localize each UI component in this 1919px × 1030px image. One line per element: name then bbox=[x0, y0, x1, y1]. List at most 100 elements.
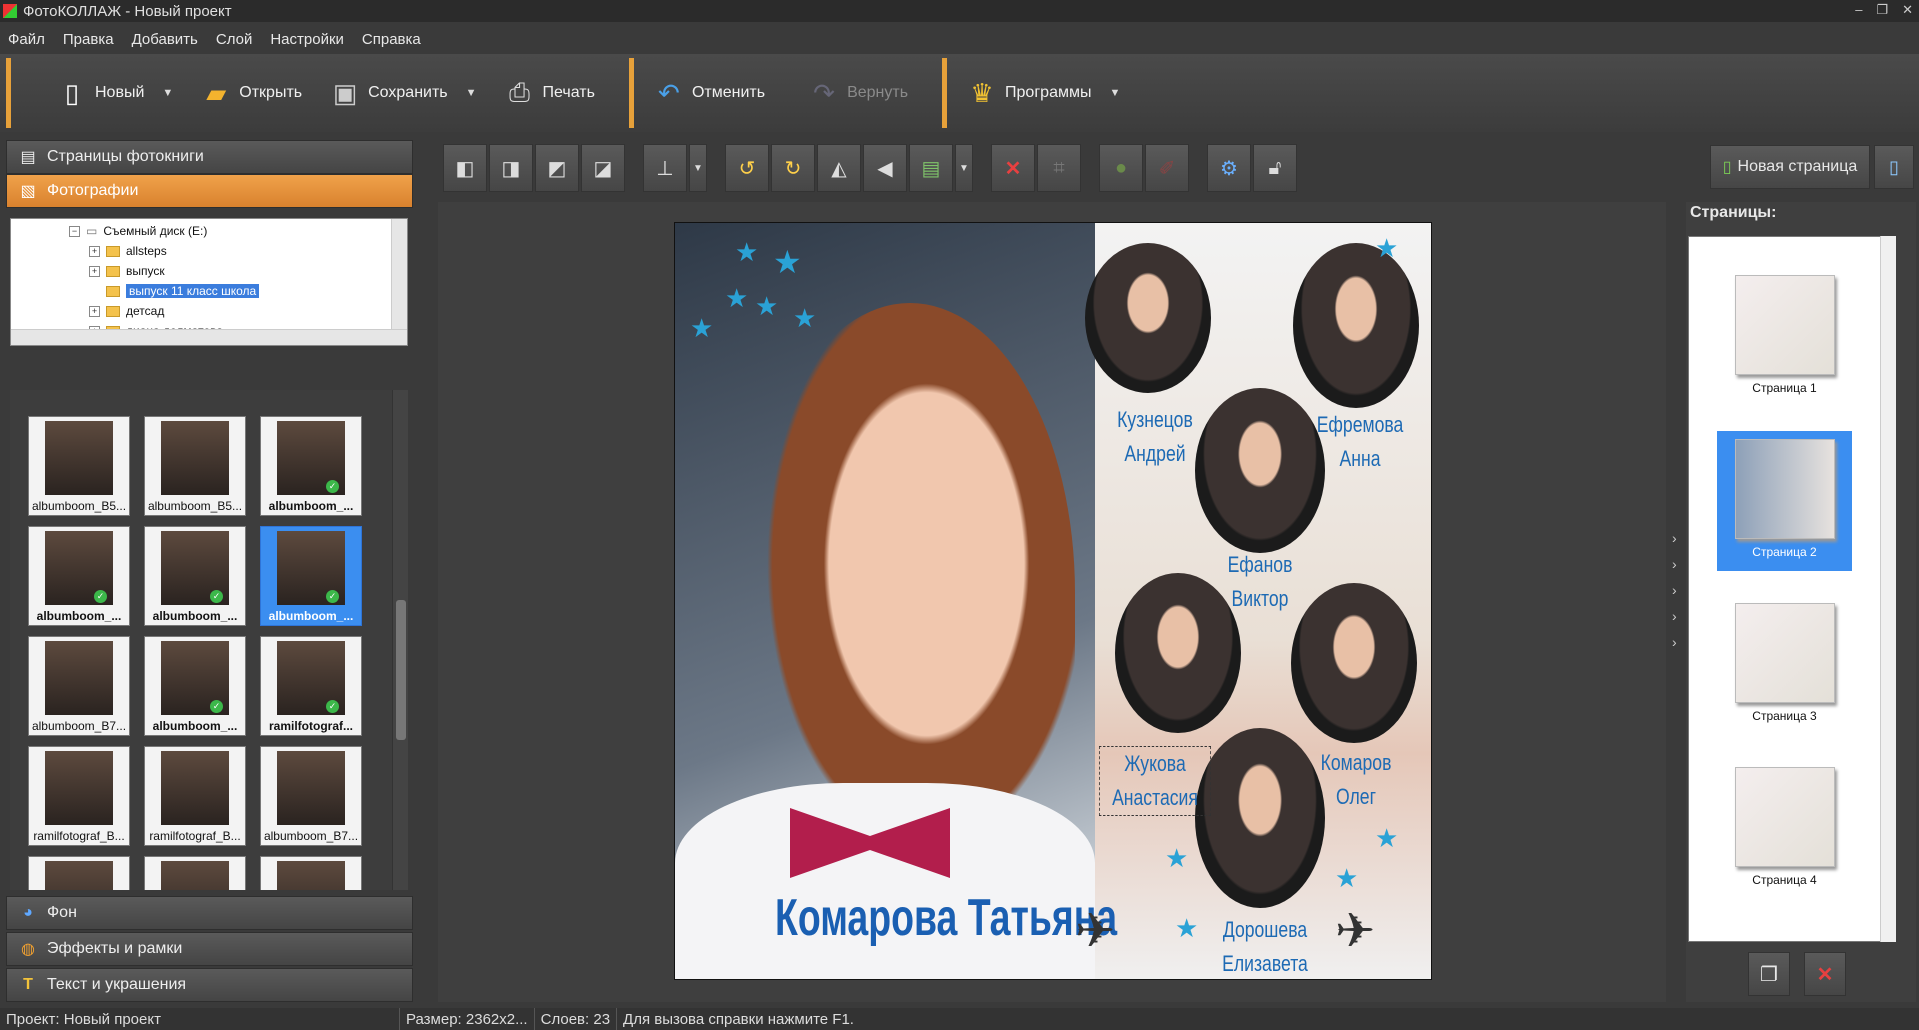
thumbnail[interactable]: ramilfotograf_B... bbox=[144, 746, 246, 846]
expand-icon[interactable]: + bbox=[89, 245, 100, 257]
chevron-right-icon[interactable]: › bbox=[1672, 608, 1677, 624]
main-name-text[interactable]: Комарова Татьяна bbox=[775, 888, 1117, 948]
delete-page-button[interactable]: ✕ bbox=[1804, 952, 1846, 996]
collapse-icon[interactable]: − bbox=[69, 225, 80, 237]
collage-canvas[interactable]: Кузнецов Андрей Ефремова Анна Ефанов Вик… bbox=[674, 222, 1432, 980]
chevron-right-icon[interactable]: › bbox=[1672, 530, 1677, 546]
undo-button[interactable]: ↶ Отменить bbox=[640, 63, 779, 123]
thumbnail[interactable]: ✓ ramilfotograf... bbox=[260, 636, 362, 736]
minimize-icon[interactable]: – bbox=[1855, 2, 1862, 18]
fit-button[interactable]: ▤ bbox=[909, 144, 953, 192]
tree-item-vypusk[interactable]: + выпуск bbox=[89, 262, 165, 280]
menu-file[interactable]: Файл bbox=[8, 31, 45, 48]
menu-help[interactable]: Справка bbox=[362, 31, 421, 48]
section-effects[interactable]: ◍ Эффекты и рамки bbox=[6, 932, 413, 966]
close-icon[interactable]: ✕ bbox=[1902, 2, 1913, 18]
thumbnail-caption: albumboom_... bbox=[152, 609, 238, 623]
page-thumbnail[interactable]: Страница 1 bbox=[1717, 267, 1852, 407]
save-button[interactable]: ▣ Сохранить ▼ bbox=[316, 63, 490, 123]
name-label[interactable]: Дорошева Елизавета bbox=[1209, 913, 1321, 979]
chevron-right-icon[interactable]: › bbox=[1672, 582, 1677, 598]
new-page-button[interactable]: ▯ Новая страница bbox=[1710, 145, 1870, 189]
rotate-left-button[interactable]: ↺ bbox=[725, 144, 769, 192]
thumbnail[interactable]: albumboom_B7... bbox=[260, 746, 362, 846]
duplicate-page-button[interactable]: ❐ bbox=[1748, 952, 1790, 996]
save-dropdown-icon[interactable]: ▼ bbox=[466, 87, 477, 99]
rotate-right-button[interactable]: ↻ bbox=[771, 144, 815, 192]
menu-edit[interactable]: Правка bbox=[63, 31, 114, 48]
thumbnail[interactable]: ✓ albumboom_... bbox=[144, 636, 246, 736]
section-background[interactable]: ◕ Фон bbox=[6, 896, 413, 930]
lock-button[interactable]: 🔓︎ bbox=[1253, 144, 1297, 192]
redo-button[interactable]: ↷ Вернуть bbox=[779, 63, 922, 123]
bring-to-front-button[interactable]: ◧ bbox=[443, 144, 487, 192]
menu-add[interactable]: Добавить bbox=[132, 31, 198, 48]
section-photos[interactable]: ▧ Фотографии bbox=[6, 174, 413, 208]
tree-item-detsad[interactable]: + детсад bbox=[89, 302, 164, 320]
expand-icon[interactable]: + bbox=[89, 265, 100, 277]
send-to-back-button[interactable]: ◪ bbox=[581, 144, 625, 192]
pages-scrollbar[interactable] bbox=[1880, 236, 1896, 942]
thumbnail-selected[interactable]: ✓ albumboom_... bbox=[260, 526, 362, 626]
globe-icon: ◕ bbox=[23, 904, 33, 921]
name-label[interactable]: Комаров Олег bbox=[1304, 746, 1408, 814]
rotate-right-icon: ↻ bbox=[784, 157, 802, 180]
name-label-selected[interactable]: Жукова Анастасия bbox=[1099, 746, 1211, 816]
tree-item-selected[interactable]: выпуск 11 класс школа bbox=[106, 282, 260, 300]
align-dropdown[interactable]: ▼ bbox=[689, 144, 707, 192]
section-text[interactable]: T Текст и украшения bbox=[6, 968, 413, 1002]
thumbnail[interactable]: ramilfotograf_B... bbox=[28, 746, 130, 846]
thumbnail[interactable]: ✓ albumboom_... bbox=[28, 526, 130, 626]
thumbnail[interactable]: ✓ albumboom_... bbox=[260, 416, 362, 516]
fit-dropdown[interactable]: ▼ bbox=[955, 144, 973, 192]
tree-horizontal-scrollbar[interactable] bbox=[11, 329, 407, 345]
tree-vertical-scrollbar[interactable] bbox=[391, 219, 407, 345]
print-button[interactable]: ⎙ Печать bbox=[491, 63, 609, 123]
page-thumbnail[interactable]: Страница 4 bbox=[1717, 759, 1852, 899]
photo-oval-efanov[interactable] bbox=[1195, 388, 1325, 553]
name-label[interactable]: Ефанов Виктор bbox=[1208, 548, 1312, 616]
thumbnail[interactable] bbox=[260, 856, 362, 890]
new-dropdown-icon[interactable]: ▼ bbox=[162, 87, 173, 99]
properties-button[interactable]: ⚙ bbox=[1207, 144, 1251, 192]
thumbnail[interactable]: ✓ albumboom_... bbox=[144, 526, 246, 626]
align-button[interactable]: ⊥ bbox=[643, 144, 687, 192]
chevron-right-icon[interactable]: › bbox=[1672, 634, 1677, 650]
page-settings-button[interactable]: ▯ bbox=[1874, 145, 1914, 189]
menu-settings[interactable]: Настройки bbox=[270, 31, 344, 48]
chevron-right-icon[interactable]: › bbox=[1672, 556, 1677, 572]
brush-button[interactable]: ✐ bbox=[1145, 144, 1189, 192]
flip-vertical-button[interactable]: ◀ bbox=[863, 144, 907, 192]
section-photobook-pages[interactable]: ▤ Страницы фотокниги bbox=[6, 140, 413, 174]
page-thumbnail[interactable]: Страница 3 bbox=[1717, 595, 1852, 735]
name-label[interactable]: Кузнецов Андрей bbox=[1103, 403, 1207, 471]
thumbnail[interactable]: albumboom_B7... bbox=[28, 636, 130, 736]
page-thumbnail-selected[interactable]: Страница 2 bbox=[1717, 431, 1852, 571]
thumbnail[interactable]: albumboom_B5... bbox=[144, 416, 246, 516]
programs-button[interactable]: ♛ Программы ▼ bbox=[953, 63, 1134, 123]
send-backward-button[interactable]: ◩ bbox=[535, 144, 579, 192]
crop-button[interactable]: ⌗ bbox=[1037, 144, 1081, 192]
delete-layer-button[interactable]: ✕ bbox=[991, 144, 1035, 192]
tree-item-drive[interactable]: − ▭ Съемный диск (E:) bbox=[69, 222, 207, 240]
thumbnail[interactable] bbox=[144, 856, 246, 890]
name-label[interactable]: Ефремова Анна bbox=[1308, 408, 1412, 476]
photo-oval-kuznetsov[interactable] bbox=[1085, 243, 1211, 393]
expand-icon[interactable]: + bbox=[89, 305, 100, 317]
programs-dropdown-icon[interactable]: ▼ bbox=[1109, 87, 1120, 99]
photo-oval-efremova[interactable] bbox=[1293, 243, 1419, 408]
thumbnail[interactable]: albumboom_B5... bbox=[28, 416, 130, 516]
thumbnails-scrollbar[interactable] bbox=[392, 390, 408, 890]
open-button[interactable]: ▰ Открыть bbox=[187, 63, 316, 123]
flip-horizontal-button[interactable]: ◭ bbox=[817, 144, 861, 192]
maximize-icon[interactable]: ❐ bbox=[1876, 2, 1888, 18]
thumbnail[interactable] bbox=[28, 856, 130, 890]
new-button[interactable]: ▯ Новый ▼ bbox=[17, 63, 187, 123]
menu-layer[interactable]: Слой bbox=[216, 31, 252, 48]
tree-item-allsteps[interactable]: + allsteps bbox=[89, 242, 167, 260]
bring-forward-button[interactable]: ◨ bbox=[489, 144, 533, 192]
effects-button[interactable]: ● bbox=[1099, 144, 1143, 192]
gear-icon: ⚙ bbox=[1220, 157, 1238, 180]
folder-tree[interactable]: − ▭ Съемный диск (E:) + allsteps + выпус… bbox=[10, 218, 408, 346]
scrollbar-thumb[interactable] bbox=[396, 600, 406, 740]
